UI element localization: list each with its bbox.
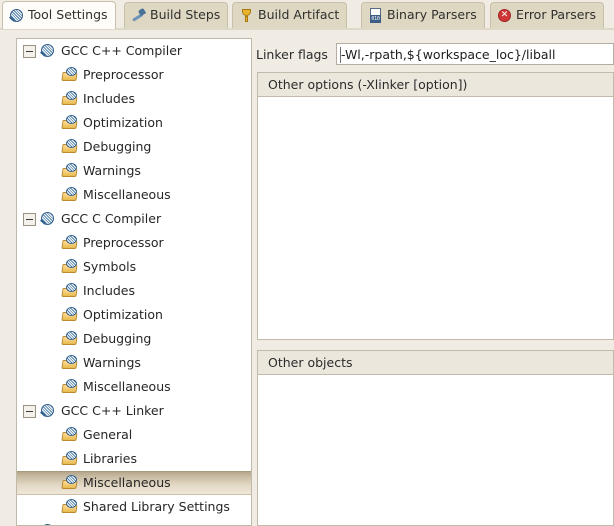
settings-folder-icon [62,355,78,371]
tree-item-label: General [83,429,132,442]
tree-item-label: Debugging [83,333,151,346]
settings-pane: Linker flags -Wl,-rpath,${workspace_loc}… [256,38,614,526]
tree-item-includes[interactable]: Includes [17,87,251,111]
other-objects-group: Other objects [257,350,614,526]
settings-folder-icon [62,283,78,299]
tab-binary-parsers[interactable]: Binary Parsers [361,2,485,28]
tree-item-label: Optimization [83,117,163,130]
error-circle-icon [497,8,512,23]
settings-folder-icon [62,259,78,275]
settings-folder-icon [62,91,78,107]
tree-item-gcc-c-linker[interactable]: GCC C++ Linker [17,399,251,423]
other-options-title: Other options (-Xlinker [option]) [258,73,613,97]
tree-item-label: Miscellaneous [83,189,171,202]
settings-folder-icon [62,451,78,467]
other-objects-list[interactable] [258,375,613,525]
tree-item-label: Miscellaneous [83,477,171,490]
linker-flags-label: Linker flags [256,47,328,62]
tree-item-includes[interactable]: Includes [17,279,251,303]
settings-folder-icon [62,427,78,443]
tree-item-label: GCC C++ Linker [61,405,164,418]
tab-label: Tool Settings [28,9,108,22]
other-options-group: Other options (-Xlinker [option]) [257,72,614,340]
settings-folder-icon [62,379,78,395]
tree-item-label: Preprocessor [83,69,164,82]
tab-bar: Tool Settings Build Steps Build Artifact Bi… [0,0,614,30]
settings-gear-icon [9,8,24,23]
tool-settings-tree[interactable]: GCC C++ Compiler Preprocessor Includes Opti… [16,38,252,526]
settings-folder-icon [62,67,78,83]
tree-item-debugging[interactable]: Debugging [17,327,251,351]
linker-flags-input[interactable]: -Wl,-rpath,${workspace_loc}/liball [336,43,614,65]
tree-item-warnings[interactable]: Warnings [17,159,251,183]
tab-build-steps[interactable]: Build Steps [124,2,228,28]
tab-build-artifact[interactable]: Build Artifact [232,2,347,28]
tree-item-label: Optimization [83,309,163,322]
tree-item-label: Warnings [83,357,141,370]
tree-item-label: GCC C++ Compiler [61,45,182,58]
tree-item-gcc-assembler[interactable]: GCC Assembler [17,519,251,526]
tree-item-gcc-c-compiler[interactable]: GCC C++ Compiler [17,39,251,63]
tree-item-libraries[interactable]: Libraries [17,447,251,471]
settings-folder-icon [62,235,78,251]
linker-flags-row: Linker flags -Wl,-rpath,${workspace_loc}… [256,42,614,66]
tab-error-parsers[interactable]: Error Parsers [490,2,604,28]
tree-item-label: Preprocessor [83,237,164,250]
toolchain-gear-icon [40,403,56,419]
tree-item-optimization[interactable]: Optimization [17,303,251,327]
tab-label: Error Parsers [516,9,596,22]
other-options-list[interactable] [258,97,613,339]
settings-folder-icon [62,187,78,203]
tree-item-label: Symbols [83,261,136,274]
binary-document-icon [368,8,383,23]
tab-tool-settings[interactable]: Tool Settings [2,1,116,29]
tree-item-shared-library-settings[interactable]: Shared Library Settings [17,495,251,519]
tree-item-gcc-c-compiler[interactable]: GCC C Compiler [17,207,251,231]
trophy-icon [239,8,254,23]
settings-folder-icon [62,475,78,491]
settings-folder-icon [62,307,78,323]
tree-item-label: Libraries [83,453,137,466]
tab-label: Binary Parsers [387,9,477,22]
tree-item-debugging[interactable]: Debugging [17,135,251,159]
tree-item-general[interactable]: General [17,423,251,447]
hammer-icon [131,8,146,23]
settings-folder-icon [62,115,78,131]
tree-item-symbols[interactable]: Symbols [17,255,251,279]
tree-item-label: Warnings [83,165,141,178]
tree-item-miscellaneous[interactable]: Miscellaneous [17,183,251,207]
tree-item-label: Includes [83,285,135,298]
tree-item-optimization[interactable]: Optimization [17,111,251,135]
settings-folder-icon [62,139,78,155]
settings-folder-icon [62,499,78,515]
settings-folder-icon [62,163,78,179]
tree-item-label: GCC C Compiler [61,213,161,226]
settings-folder-icon [62,331,78,347]
tree-item-preprocessor[interactable]: Preprocessor [17,63,251,87]
tree-item-label: Includes [83,93,135,106]
tree-item-preprocessor[interactable]: Preprocessor [17,231,251,255]
tree-item-miscellaneous[interactable]: Miscellaneous [17,375,251,399]
collapse-icon[interactable] [23,405,36,418]
tree-item-label: Miscellaneous [83,381,171,394]
tab-label: Build Artifact [258,9,339,22]
tree-item-miscellaneous[interactable]: Miscellaneous [17,471,251,495]
toolchain-gear-icon [40,43,56,59]
tree-item-warnings[interactable]: Warnings [17,351,251,375]
collapse-icon[interactable] [23,45,36,58]
toolchain-gear-icon [40,211,56,227]
text-caret [340,47,341,63]
collapse-icon[interactable] [23,213,36,226]
linker-flags-value: -Wl,-rpath,${workspace_loc}/liball [341,47,556,62]
tree-item-label: Debugging [83,141,151,154]
other-objects-title: Other objects [258,351,613,375]
tab-label: Build Steps [150,9,220,22]
tree-item-label: Shared Library Settings [83,501,230,514]
